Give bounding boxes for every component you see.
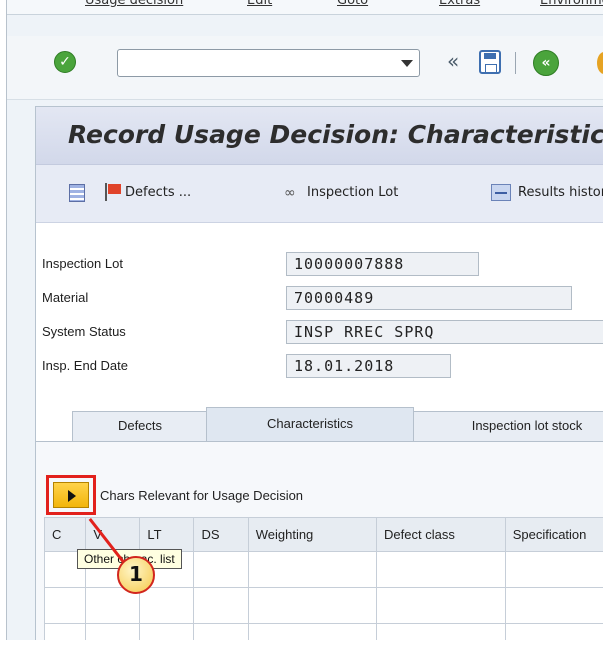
insp-end-date-label: Insp. End Date [42, 358, 128, 373]
page-title: Record Usage Decision: Characteristic Ov… [68, 120, 603, 149]
system-status-label: System Status [42, 324, 126, 339]
menu-usage-decision[interactable]: Usage decision [85, 0, 183, 8]
insp-end-date-value[interactable]: 18.01.2018 [286, 354, 451, 378]
application-toolbar: Defects ... ∞ Inspection Lot Results his… [36, 165, 603, 223]
sap-window: Usage decision Edit Goto Extras Environm… [6, 0, 603, 640]
exit-icon[interactable] [597, 52, 603, 74]
defects-flag-icon[interactable] [105, 183, 121, 201]
command-field[interactable] [117, 49, 420, 77]
toolbar-separator [515, 52, 516, 74]
menu-environment[interactable]: Environment [540, 0, 603, 8]
table-row[interactable] [43, 623, 603, 640]
tab-characteristics[interactable]: Characteristics [206, 407, 414, 441]
column-header-c[interactable]: C [43, 517, 87, 552]
results-history-icon[interactable] [491, 184, 511, 201]
column-header-weighting[interactable]: Weighting [247, 517, 378, 552]
field-system-status: System Status INSP RREC SPRQ [36, 317, 603, 347]
calculator-icon[interactable] [69, 184, 85, 202]
inspection-lot-label: Inspection Lot [42, 256, 123, 271]
menu-edit[interactable]: Edit [247, 0, 272, 8]
column-header-defect-class[interactable]: Defect class [376, 517, 506, 552]
table-header-row: C V LT DS Weighting Defect class Specifi… [43, 517, 603, 552]
back-icon[interactable]: « [533, 50, 559, 76]
section-label: Chars Relevant for Usage Decision [100, 488, 304, 503]
standard-toolbar: ✓ « « [7, 36, 603, 100]
field-material: Material 70000489 [36, 283, 603, 313]
system-status-value[interactable]: INSP RREC SPRQ [286, 320, 603, 344]
inspection-lot-value[interactable]: 10000007888 [286, 252, 479, 276]
inspection-lot-button[interactable]: Inspection Lot [307, 185, 398, 200]
results-history-button[interactable]: Results history [518, 185, 603, 200]
field-insp-end-date: Insp. End Date 18.01.2018 [36, 351, 603, 381]
double-chevron-left-icon[interactable]: « [447, 49, 459, 73]
check-icon[interactable]: ✓ [54, 51, 76, 73]
menu-goto[interactable]: Goto [337, 0, 368, 8]
column-header-lt[interactable]: LT [139, 517, 195, 552]
menu-extras[interactable]: Extras [439, 0, 480, 8]
save-icon[interactable] [479, 50, 501, 74]
defects-button[interactable]: Defects ... [125, 185, 191, 200]
chevron-down-icon[interactable] [401, 60, 413, 67]
column-header-specification[interactable]: Specification [504, 517, 603, 552]
highlight-box [46, 475, 96, 515]
title-bar: Record Usage Decision: Characteristic Ov… [36, 107, 603, 165]
characteristics-tab-content: Chars Relevant for Usage Decision C V LT… [36, 441, 603, 640]
menu-bar: Usage decision Edit Goto Extras Environm… [7, 0, 603, 15]
tab-defects[interactable]: Defects [72, 411, 208, 441]
callout-number: 1 [117, 556, 155, 594]
command-input[interactable] [118, 50, 388, 76]
table-row[interactable] [43, 587, 603, 624]
material-value[interactable]: 70000489 [286, 286, 572, 310]
material-label: Material [42, 290, 89, 305]
main-panel: Record Usage Decision: Characteristic Ov… [35, 106, 603, 640]
tab-strip: Defects Characteristics Inspection lot s… [36, 407, 603, 441]
tab-inspection-lot-stock[interactable]: Inspection lot stock [412, 411, 603, 441]
glasses-icon[interactable]: ∞ [284, 185, 296, 201]
column-header-ds[interactable]: DS [193, 517, 249, 552]
field-inspection-lot: Inspection Lot 10000007888 [36, 249, 603, 279]
